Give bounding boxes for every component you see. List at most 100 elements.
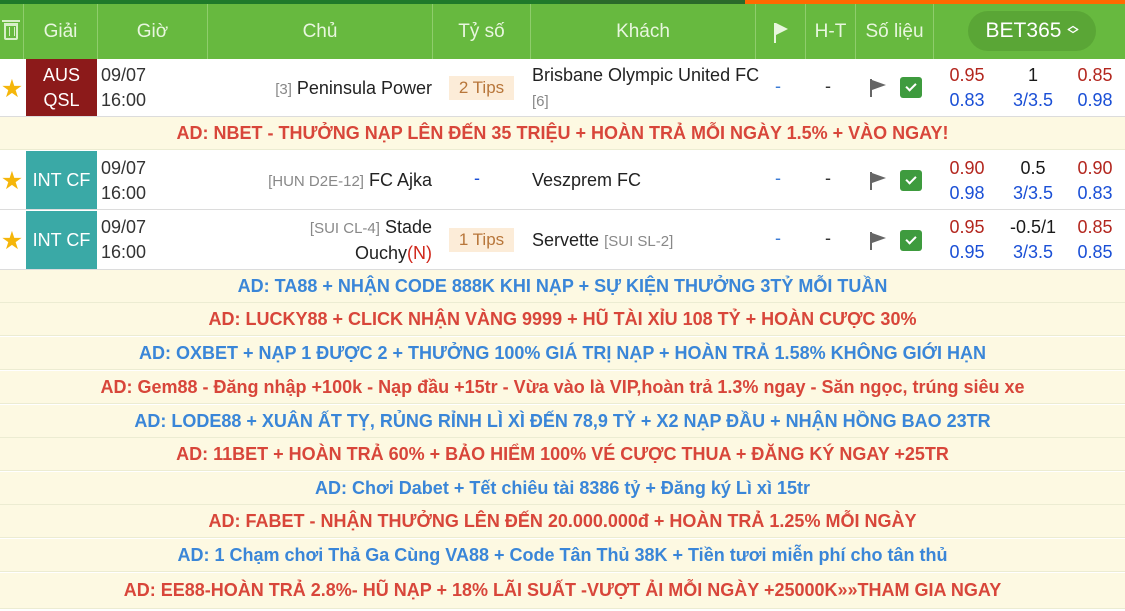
header-corner[interactable] [756, 4, 806, 59]
star-icon[interactable]: ★ [0, 166, 24, 196]
checkbox-icon[interactable] [900, 230, 922, 251]
odds-value: 0.83 [1077, 183, 1113, 203]
home-rank: [3] [275, 81, 292, 98]
odds-away[interactable]: 0.85 0.85 [1066, 215, 1124, 265]
ht-value: - [825, 228, 831, 248]
star-icon[interactable]: ★ [0, 74, 24, 104]
flag-icon [773, 22, 788, 43]
flag-icon[interactable] [870, 79, 886, 97]
checkbox-icon[interactable] [900, 77, 922, 98]
home-team-name: Ouchy [354, 243, 407, 263]
odds-line[interactable]: -0.5/1 3/3.5 [1000, 215, 1066, 265]
ad-banner[interactable]: AD: Gem88 - Đăng nhập +100k - Nạp đầu +1… [0, 371, 1125, 404]
league-code: INT CF [32, 229, 91, 250]
ad-banner[interactable]: AD: FABET - NHẬN THƯỞNG LÊN ĐẾN 20.000.0… [0, 505, 1125, 538]
home-team[interactable]: [3] Peninsula Power [275, 76, 432, 102]
ht-value: - [825, 168, 831, 188]
ht-value: - [825, 76, 831, 96]
odds-value: 1 [1027, 65, 1038, 85]
ad-banner[interactable]: AD: EE88-HOÀN TRẢ 2.8%- HŨ NẠP + 18% LÃI… [0, 573, 1125, 609]
match-date: 09/07 [101, 217, 147, 237]
header-home[interactable]: Chủ [208, 4, 433, 59]
header-ht[interactable]: H-T [806, 4, 856, 59]
delete-column[interactable] [0, 4, 24, 59]
ad-banner[interactable]: AD: LUCKY88 + CLICK NHẬN VÀNG 9999 + HŨ … [0, 303, 1125, 336]
ad-banner[interactable]: AD: LODE88 + XUÂN ẤT TỴ, RỦNG RỈNH LÌ XÌ… [0, 405, 1125, 438]
odds-home[interactable]: 0.95 0.95 [937, 215, 997, 265]
odds-value: 0.95 [949, 217, 985, 237]
match-date: 09/07 [101, 65, 147, 85]
away-team[interactable]: Servette [SUI SL-2] [532, 228, 673, 254]
header-league[interactable]: Giải [24, 4, 98, 59]
odds-value: 0.90 [1077, 158, 1113, 178]
odds-line[interactable]: 0.5 3/3.5 [1003, 156, 1063, 206]
star-icon[interactable]: ★ [0, 226, 24, 256]
odds-line[interactable]: 1 3/3.5 [1003, 63, 1063, 113]
league-code: AUS [42, 64, 80, 85]
odds-value: 0.85 [1077, 217, 1113, 237]
away-team[interactable]: Veszprem FC [532, 168, 641, 193]
odds-value: 0.83 [949, 90, 985, 110]
odds-value: 0.5 [1020, 158, 1046, 178]
tips-badge[interactable]: 1 Tips [449, 228, 514, 252]
corner-value: - [775, 76, 781, 96]
odds-away[interactable]: 0.85 0.98 [1066, 63, 1124, 113]
odds-value: 0.98 [949, 183, 985, 203]
match-row[interactable]: ★ AUS QSL 09/07 16:00 [3] Peninsula Powe… [0, 59, 1125, 117]
home-team-name: FC Ajka [368, 170, 432, 190]
match-datetime: 09/07 16:00 [101, 63, 146, 113]
home-team[interactable]: [SUI CL-4] Stade Ouchy(N) [310, 215, 432, 266]
league-code: QSL [43, 89, 80, 110]
away-team-name: Servette [532, 230, 600, 250]
odds-home[interactable]: 0.95 0.83 [937, 63, 997, 113]
ad-banner[interactable]: AD: OXBET + NẠP 1 ĐƯỢC 2 + THƯỞNG 100% G… [0, 337, 1125, 370]
odds-value: 3/3.5 [1012, 242, 1054, 262]
league-badge[interactable]: INT CF [26, 211, 97, 269]
trash-icon[interactable] [2, 20, 20, 40]
match-row[interactable]: ★ INT CF 09/07 16:00 [HUN D2E-12] FC Ajk… [0, 150, 1125, 210]
home-rank: [HUN D2E-12] [268, 173, 364, 190]
league-badge[interactable]: INT CF [26, 151, 97, 209]
odds-away[interactable]: 0.90 0.83 [1066, 156, 1124, 206]
score: - [474, 168, 480, 188]
corner-value: - [775, 228, 781, 248]
ad-banner[interactable]: AD: 11BET + HOÀN TRẢ 60% + BẢO HIỂM 100%… [0, 438, 1125, 471]
ad-banner[interactable]: AD: Chơi Dabet + Tết chiêu tài 8386 tỷ +… [0, 472, 1125, 505]
home-team-name: Stade [384, 217, 432, 237]
header-stats[interactable]: Số liệu [856, 4, 934, 59]
odds-home[interactable]: 0.90 0.98 [937, 156, 997, 206]
ad-banner[interactable]: AD: TA88 + NHẬN CODE 888K KHI NẠP + SỰ K… [0, 270, 1125, 303]
match-datetime: 09/07 16:00 [101, 156, 146, 206]
flag-icon[interactable] [870, 172, 886, 190]
chevron-up-down-icon: ︿ ﹀ [1067, 20, 1079, 41]
match-time: 16:00 [101, 90, 147, 110]
header-away[interactable]: Khách [531, 4, 756, 59]
away-rank: [SUI SL-2] [604, 233, 674, 250]
odds-value: 3/3.5 [1012, 183, 1054, 203]
odds-value: 0.90 [949, 158, 985, 178]
ad-banner[interactable]: AD: 1 Chạm chơi Thả Ga Cùng VA88 + Code … [0, 539, 1125, 572]
corner-value: - [775, 168, 781, 188]
odds-value: 0.85 [1077, 65, 1113, 85]
home-rank: [SUI CL-4] [309, 220, 380, 237]
checkbox-icon[interactable] [900, 170, 922, 191]
match-datetime: 09/07 16:00 [101, 215, 146, 265]
header-score[interactable]: Tỷ số [433, 4, 531, 59]
match-date: 09/07 [101, 158, 147, 178]
away-team[interactable]: Brisbane Olympic United FC [6] [532, 63, 762, 114]
header-time[interactable]: Giờ [98, 4, 208, 59]
home-team[interactable]: [HUN D2E-12] FC Ajka [268, 168, 432, 194]
league-badge[interactable]: AUS QSL [26, 59, 97, 116]
odds-value: -0.5/1 [1009, 217, 1057, 237]
league-code: INT CF [32, 169, 91, 190]
match-row[interactable]: ★ INT CF 09/07 16:00 [SUI CL-4] Stade Ou… [0, 210, 1125, 270]
away-rank: [6] [532, 93, 549, 110]
odds-value: 3/3.5 [1012, 90, 1054, 110]
tips-badge[interactable]: 2 Tips [449, 76, 514, 100]
ad-banner[interactable]: AD: NBET - THƯỞNG NẠP LÊN ĐẾN 35 TRIỆU +… [0, 117, 1125, 150]
neutral-marker: (N) [407, 243, 432, 263]
match-time: 16:00 [101, 242, 147, 262]
bookmaker-selector[interactable]: BET365 ︿ ﹀ [968, 11, 1096, 51]
away-team-name: Veszprem FC [532, 170, 642, 190]
flag-icon[interactable] [870, 232, 886, 250]
